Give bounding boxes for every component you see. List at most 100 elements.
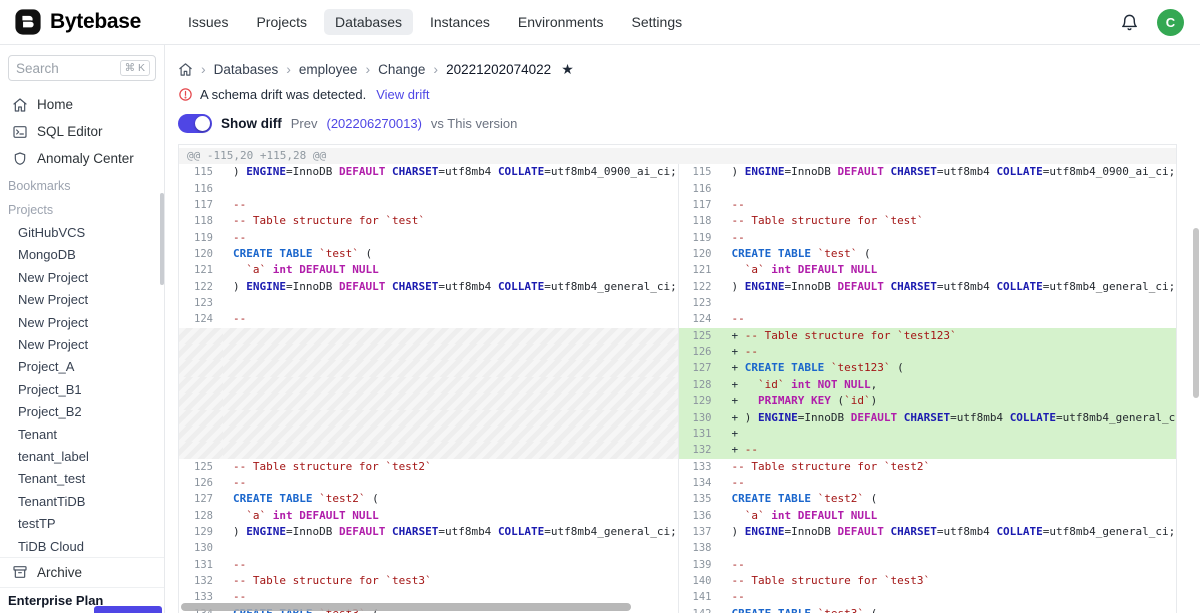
new-code-line bbox=[722, 181, 1177, 197]
old-code-line: `a` int DEFAULT NULL bbox=[223, 262, 678, 278]
sidebar-project-item[interactable]: New Project bbox=[0, 333, 164, 355]
nav-projects[interactable]: Projects bbox=[245, 9, 318, 35]
new-line-number: 128 bbox=[678, 377, 722, 393]
old-code-line: CREATE TABLE `test` ( bbox=[223, 246, 678, 262]
sidebar-project-item[interactable]: New Project bbox=[0, 289, 164, 311]
home-icon[interactable] bbox=[178, 62, 193, 77]
new-line-number: 133 bbox=[678, 459, 722, 475]
sidebar-item-anomaly-center[interactable]: Anomaly Center bbox=[0, 145, 164, 172]
breadcrumb-item[interactable]: Change bbox=[378, 62, 425, 77]
new-line-number: 134 bbox=[678, 475, 722, 491]
page-scrollbar[interactable] bbox=[1193, 228, 1199, 398]
sidebar-project-item[interactable]: TenantTiDB bbox=[0, 490, 164, 512]
new-code-line: CREATE TABLE `test` ( bbox=[722, 246, 1177, 262]
old-code-line: -- Table structure for `test` bbox=[223, 213, 678, 229]
search-input[interactable]: Search ⌘ K bbox=[8, 55, 156, 81]
alert-text: A schema drift was detected. bbox=[200, 87, 366, 102]
breadcrumb-separator: › bbox=[286, 61, 291, 77]
old-code-line bbox=[223, 377, 678, 393]
bytebase-brand[interactable]: Bytebase bbox=[14, 8, 165, 36]
new-code-line: ) ENGINE=InnoDB DEFAULT CHARSET=utf8mb4 … bbox=[722, 279, 1177, 295]
diff-row: 127+ CREATE TABLE `test123` ( bbox=[179, 360, 1176, 376]
sidebar-project-item[interactable]: Project_B1 bbox=[0, 378, 164, 400]
new-line-number: 136 bbox=[678, 508, 722, 524]
old-code-line: ) ENGINE=InnoDB DEFAULT CHARSET=utf8mb4 … bbox=[223, 164, 678, 180]
old-line-number: 122 bbox=[179, 279, 223, 295]
diff-horizontal-scrollbar[interactable] bbox=[181, 603, 631, 611]
old-line-number: 115 bbox=[179, 164, 223, 180]
upgrade-button[interactable] bbox=[94, 606, 162, 613]
diff-row: 132-- Table structure for `test3`140-- T… bbox=[179, 573, 1176, 589]
diff-row: 128+ `id` int NOT NULL, bbox=[179, 377, 1176, 393]
old-line-number bbox=[179, 426, 223, 442]
prev-version-link[interactable]: (202206270013) bbox=[326, 116, 421, 131]
new-line-number: 139 bbox=[678, 557, 722, 573]
new-line-number: 131 bbox=[678, 426, 722, 442]
old-line-number: 123 bbox=[179, 295, 223, 311]
nav-issues[interactable]: Issues bbox=[177, 9, 239, 35]
new-line-number: 127 bbox=[678, 360, 722, 376]
old-code-line bbox=[223, 360, 678, 376]
avatar[interactable]: C bbox=[1157, 9, 1184, 36]
new-code-line: + PRIMARY KEY (`id`) bbox=[722, 393, 1177, 409]
diff-row: 125-- Table structure for `test2`133-- T… bbox=[179, 459, 1176, 475]
diff-row: 116116 bbox=[179, 181, 1176, 197]
new-code-line: -- bbox=[722, 475, 1177, 491]
diff-row: 132+ -- bbox=[179, 442, 1176, 458]
search-shortcut: ⌘ K bbox=[120, 60, 150, 76]
sidebar-project-item[interactable]: testTP bbox=[0, 512, 164, 534]
sidebar-project-item[interactable]: MongoDB bbox=[0, 244, 164, 266]
new-code-line: -- Table structure for `test` bbox=[722, 213, 1177, 229]
old-line-number: 120 bbox=[179, 246, 223, 262]
breadcrumb-item: 20221202074022 bbox=[446, 62, 551, 77]
new-line-number: 138 bbox=[678, 540, 722, 556]
schema-drift-alert: A schema drift was detected. View drift bbox=[178, 82, 1177, 106]
bookmark-star-icon[interactable]: ★ bbox=[561, 61, 574, 78]
new-line-number: 124 bbox=[678, 311, 722, 327]
new-line-number: 122 bbox=[678, 279, 722, 295]
diff-row: 130138 bbox=[179, 540, 1176, 556]
new-line-number: 141 bbox=[678, 589, 722, 605]
old-code-line bbox=[223, 181, 678, 197]
sidebar-project-item[interactable]: Project_A bbox=[0, 356, 164, 378]
old-line-number: 132 bbox=[179, 573, 223, 589]
sidebar-project-item[interactable]: Project_B2 bbox=[0, 401, 164, 423]
sidebar-item-home[interactable]: Home bbox=[0, 91, 164, 118]
notification-bell-icon[interactable] bbox=[1120, 13, 1139, 32]
show-diff-toggle[interactable] bbox=[178, 114, 212, 133]
nav-environments[interactable]: Environments bbox=[507, 9, 615, 35]
diff-toggle-row: Show diff Prev (202206270013) vs This ve… bbox=[178, 108, 1177, 138]
view-drift-link[interactable]: View drift bbox=[376, 87, 429, 102]
new-code-line: + -- Table structure for `test123` bbox=[722, 328, 1177, 344]
sidebar-scrollbar[interactable] bbox=[160, 193, 164, 285]
sidebar-project-item[interactable]: Tenant_test bbox=[0, 468, 164, 490]
nav-instances[interactable]: Instances bbox=[419, 9, 501, 35]
sidebar-item-archive[interactable]: Archive bbox=[0, 557, 164, 586]
diff-row: 115) ENGINE=InnoDB DEFAULT CHARSET=utf8m… bbox=[179, 164, 1176, 180]
old-line-number: 116 bbox=[179, 181, 223, 197]
sidebar-project-item[interactable]: New Project bbox=[0, 311, 164, 333]
sidebar-project-item[interactable]: GitHubVCS bbox=[0, 221, 164, 243]
old-line-number: 121 bbox=[179, 262, 223, 278]
diff-row: 130+ ) ENGINE=InnoDB DEFAULT CHARSET=utf… bbox=[179, 410, 1176, 426]
home-icon bbox=[12, 97, 28, 113]
new-code-line: + -- bbox=[722, 442, 1177, 458]
diff-row: 128 `a` int DEFAULT NULL136 `a` int DEFA… bbox=[179, 508, 1176, 524]
breadcrumb-items: ›Databases›employee›Change›2022120207402… bbox=[201, 61, 551, 77]
old-line-number: 129 bbox=[179, 524, 223, 540]
new-code-line: -- Table structure for `test2` bbox=[722, 459, 1177, 475]
nav-settings[interactable]: Settings bbox=[621, 9, 694, 35]
diff-editor[interactable]: @@ -115,20 +115,28 @@115) ENGINE=InnoDB … bbox=[178, 144, 1177, 613]
old-line-number bbox=[179, 344, 223, 360]
old-code-line: `a` int DEFAULT NULL bbox=[223, 508, 678, 524]
sidebar-project-item[interactable]: New Project bbox=[0, 266, 164, 288]
old-code-line: -- bbox=[223, 475, 678, 491]
nav-databases[interactable]: Databases bbox=[324, 9, 413, 35]
old-code-line bbox=[223, 393, 678, 409]
sidebar-project-item[interactable]: Tenant bbox=[0, 423, 164, 445]
breadcrumb-item[interactable]: employee bbox=[299, 62, 358, 77]
breadcrumb-item[interactable]: Databases bbox=[214, 62, 279, 77]
sidebar-project-item[interactable]: TiDB Cloud bbox=[0, 535, 164, 557]
sidebar-project-item[interactable]: tenant_label bbox=[0, 445, 164, 467]
sidebar-item-sql-editor[interactable]: SQL Editor bbox=[0, 118, 164, 145]
